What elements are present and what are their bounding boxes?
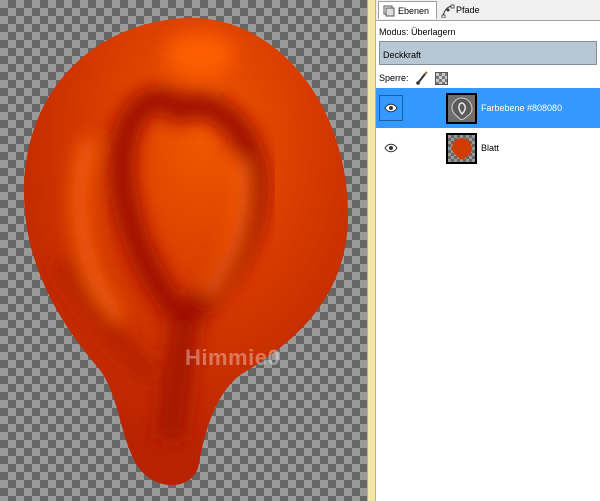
layer-list: Farbebene #808080 Blatt [376,88,600,168]
chain-toggle[interactable] [406,88,446,128]
eye-icon [384,143,398,153]
lock-label: Sperre: [379,73,409,83]
watermark-text: Himmie0 [185,345,281,370]
tab-paths-label: Pfade [456,5,480,15]
lock-row: Sperre: [379,71,448,85]
lock-alpha-icon[interactable] [434,71,448,85]
opacity-label: Deckkraft [383,50,422,60]
visibility-toggle[interactable] [379,95,403,121]
panel-divider[interactable] [367,0,376,501]
visibility-cell [376,88,406,128]
layers-panel: Ebenen Pfade Modus: Überlagern Deckkraft… [376,0,600,501]
chain-toggle[interactable] [406,128,446,168]
tab-layers-label: Ebenen [398,5,430,16]
opacity-slider[interactable]: Deckkraft [379,41,597,65]
paths-icon [441,4,455,19]
layer-row-farbebene[interactable]: Farbebene #808080 [376,88,600,128]
layer-thumbnail [446,132,477,164]
tab-layers[interactable]: Ebenen [378,1,437,19]
visibility-toggle[interactable] [379,135,403,161]
eye-icon [384,103,398,113]
layer-name[interactable]: Blatt [481,143,499,153]
layer-name[interactable]: Farbebene #808080 [481,103,562,113]
lock-pixels-icon[interactable] [415,71,429,85]
layer-thumbnail [446,92,477,124]
leaf-shape [23,17,349,486]
tab-paths[interactable]: Pfade [437,1,487,19]
blend-mode-select[interactable]: Modus: Überlagern [379,27,456,37]
image-canvas[interactable]: Himmie0 [0,0,367,501]
visibility-cell [376,128,406,168]
layers-icon [383,5,395,17]
layer-row-blatt[interactable]: Blatt [376,128,600,168]
panel-tabs: Ebenen Pfade [376,0,600,21]
